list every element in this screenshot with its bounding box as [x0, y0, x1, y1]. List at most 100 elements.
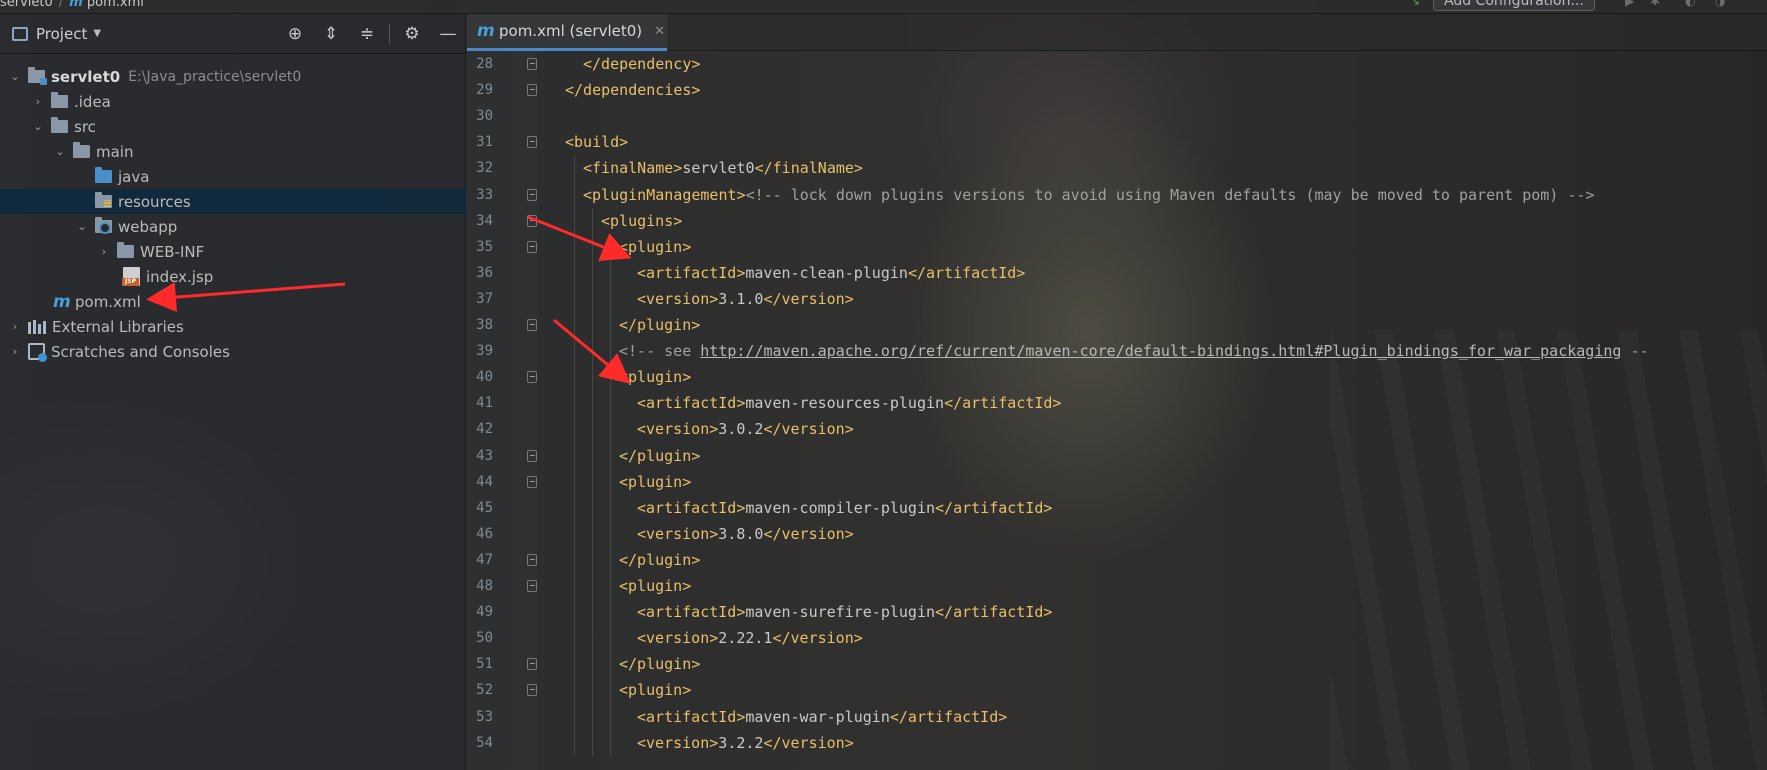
code-tag: <artifactId>	[637, 707, 746, 726]
code-line[interactable]: <plugin>	[467, 469, 1767, 495]
code-comment: --	[1621, 342, 1649, 361]
tab-pom-xml[interactable]: m pom.xml (servlet0) ✕	[467, 14, 667, 51]
code-line[interactable]: </plugin>	[467, 547, 1767, 573]
code-line[interactable]: <plugin>	[467, 364, 1767, 390]
folder-icon	[73, 142, 90, 158]
code-line[interactable]: <plugins>	[467, 208, 1767, 234]
coverage-icon[interactable]: ◐	[1685, 0, 1699, 7]
run-icon[interactable]: ▶	[1625, 0, 1639, 7]
code-tag: </dependencies>	[565, 81, 701, 100]
breadcrumb-project[interactable]: servlet0	[0, 0, 53, 10]
code-line[interactable]: </dependencies>	[467, 77, 1767, 103]
tree-item-src[interactable]: ⌄ src	[0, 114, 466, 139]
minimize-icon[interactable]: —	[438, 24, 458, 44]
tree-item-label: WEB-INF	[140, 242, 205, 261]
code-tag: <artifactId>	[637, 603, 746, 622]
code-line[interactable]: <!-- see http://maven.apache.org/ref/cur…	[467, 338, 1767, 364]
toolbar-divider	[389, 24, 390, 44]
tree-item-label: src	[74, 117, 96, 136]
chevron-right-icon[interactable]: ›	[31, 95, 45, 108]
code-tag: <version>	[637, 420, 719, 439]
tree-item-idea[interactable]: › .idea	[0, 89, 466, 114]
tree-item-java[interactable]: java	[0, 164, 466, 189]
code-line[interactable]: <version>3.0.2</version>	[467, 416, 1767, 442]
tree-item-webapp[interactable]: ⌄ webapp	[0, 214, 466, 239]
code-line[interactable]: <version>2.22.1</version>	[467, 625, 1767, 651]
chevron-right-icon[interactable]: ›	[97, 245, 111, 258]
code-line[interactable]: </plugin>	[467, 443, 1767, 469]
code-editor[interactable]: 28 29 30 31 32 33 34 35 36 37 38 39 40 41 42 43 44 45 46 47…	[467, 51, 1767, 770]
code-line[interactable]	[467, 103, 1767, 129]
tree-item-index-jsp[interactable]: index.jsp	[0, 264, 466, 289]
indent-guide	[574, 155, 575, 756]
code-tag: </plugin>	[619, 550, 701, 569]
source-folder-icon	[95, 167, 112, 183]
code-line[interactable]: <version>3.8.0</version>	[467, 521, 1767, 547]
tree-item-main[interactable]: ⌄ main	[0, 139, 466, 164]
code-tag: </version>	[763, 289, 854, 308]
project-tool-window: Project ▼ ⊕ ⇕ ≑ ⚙ — ⌄ servlet0 E:\Java_p…	[0, 14, 466, 770]
tab-label: pom.xml (servlet0)	[499, 22, 643, 40]
code-line[interactable]: <plugin>	[467, 573, 1767, 599]
code-tag: <plugins>	[601, 211, 683, 230]
code-text: maven-compiler-plugin	[745, 498, 936, 517]
code-line[interactable]: <artifactId>maven-compiler-plugin</artif…	[467, 495, 1767, 521]
tree-item-external-libraries[interactable]: › External Libraries	[0, 314, 466, 339]
code-text: maven-clean-plugin	[745, 263, 908, 282]
code-tag: <artifactId>	[637, 498, 746, 517]
maven-icon: m	[53, 291, 71, 312]
code-tag: </plugin>	[619, 446, 701, 465]
gear-icon[interactable]: ⚙	[402, 24, 422, 44]
code-line[interactable]: <finalName>servlet0</finalName>	[467, 155, 1767, 181]
code-tag: <version>	[637, 289, 719, 308]
project-panel-header: Project ▼ ⊕ ⇕ ≑ ⚙ —	[0, 14, 466, 54]
code-tag: <plugin>	[619, 681, 692, 700]
tree-item-web-inf[interactable]: › WEB-INF	[0, 239, 466, 264]
add-configuration-button[interactable]: Add Configuration...	[1433, 0, 1595, 11]
tree-item-label: pom.xml	[75, 292, 141, 311]
code-line[interactable]: <build>	[467, 129, 1767, 155]
code-tag: </version>	[763, 524, 854, 543]
code-line[interactable]: <artifactId>maven-clean-plugin</artifact…	[467, 260, 1767, 286]
chevron-down-icon[interactable]: ⌄	[31, 120, 45, 133]
chevron-down-icon[interactable]: ▼	[93, 28, 101, 39]
code-link[interactable]: http://maven.apache.org/ref/current/mave…	[700, 342, 1621, 360]
code-line[interactable]: <plugin>	[467, 234, 1767, 260]
chevron-right-icon[interactable]: ›	[8, 320, 22, 333]
profile-icon[interactable]: ◑	[1715, 0, 1729, 7]
code-line[interactable]: <version>3.1.0</version>	[467, 286, 1767, 312]
code-line[interactable]: <version>3.2.2</version>	[467, 730, 1767, 756]
debug-icon[interactable]: ✱	[1650, 0, 1664, 7]
code-line[interactable]: <pluginManagement><!-- lock down plugins…	[467, 182, 1767, 208]
tree-item-pom-xml[interactable]: m pom.xml	[0, 289, 466, 314]
code-line[interactable]: <artifactId>maven-resources-plugin</arti…	[467, 390, 1767, 416]
code-line[interactable]: <artifactId>maven-surefire-plugin</artif…	[467, 599, 1767, 625]
editor-tab-bar: m pom.xml (servlet0) ✕	[467, 14, 1767, 51]
tree-item-scratches[interactable]: › Scratches and Consoles	[0, 339, 466, 364]
code-tag: </version>	[763, 733, 854, 752]
close-icon[interactable]: ✕	[654, 24, 665, 39]
code-line[interactable]: </plugin>	[467, 312, 1767, 338]
breadcrumb-file[interactable]: pom.xml	[87, 0, 144, 10]
project-view-selector[interactable]: Project	[36, 25, 87, 43]
tree-item-servlet0[interactable]: ⌄ servlet0 E:\Java_practice\servlet0	[0, 64, 466, 89]
code-line[interactable]: <plugin>	[467, 677, 1767, 703]
code-tag: <pluginManagement>	[583, 185, 746, 204]
tree-item-resources[interactable]: resources	[0, 189, 466, 214]
code-line[interactable]: </plugin>	[467, 651, 1767, 677]
chevron-right-icon[interactable]: ›	[8, 345, 22, 358]
jsp-file-icon	[122, 267, 140, 286]
chevron-down-icon[interactable]: ⌄	[8, 70, 22, 83]
tree-item-label: .idea	[74, 92, 111, 111]
chevron-down-icon[interactable]: ⌄	[75, 220, 89, 233]
collapse-all-icon[interactable]: ≑	[357, 24, 377, 44]
navigation-bar: servlet0 / m pom.xml ↘ Add Configuration..…	[0, 0, 1767, 14]
locate-icon[interactable]: ⊕	[285, 24, 305, 44]
code-tag: </artifactId>	[907, 263, 1026, 282]
code-line[interactable]: </dependency>	[467, 51, 1767, 77]
expand-all-icon[interactable]: ⇕	[321, 24, 341, 44]
chevron-down-icon[interactable]: ⌄	[53, 145, 67, 158]
build-icon[interactable]: ↘	[1410, 0, 1424, 7]
code-line[interactable]: <artifactId>maven-war-plugin</artifactId…	[467, 704, 1767, 730]
code-tag: <plugin>	[619, 472, 692, 491]
